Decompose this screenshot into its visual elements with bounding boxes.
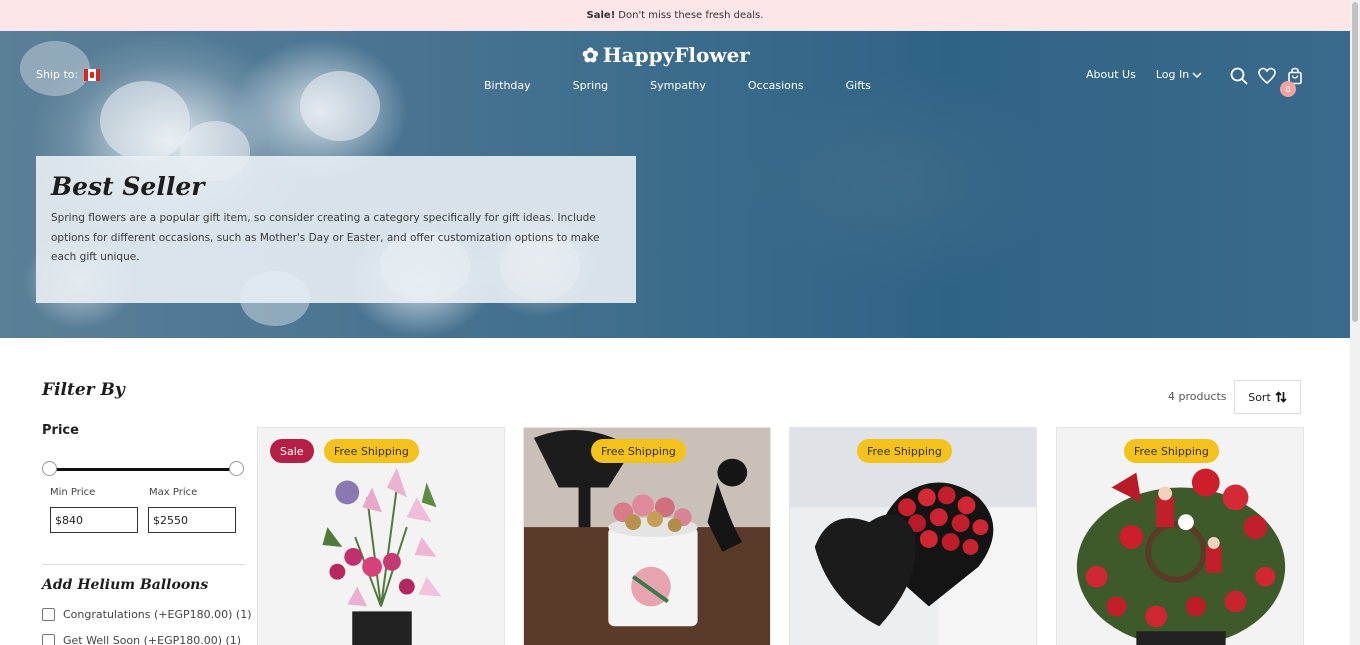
account-nav: About Us Log In [1086, 68, 1202, 81]
max-price-input[interactable] [148, 507, 236, 533]
helium-option[interactable]: Get Well Soon (+EGP180.00) (1) [42, 634, 241, 645]
checkbox[interactable] [42, 634, 55, 645]
sale-banner: Sale! Don't miss these fresh deals. [0, 0, 1350, 31]
about-us-link[interactable]: About Us [1086, 68, 1136, 81]
brand-logo[interactable]: ✿ HappyFlower [582, 43, 750, 67]
canada-flag-icon [84, 68, 101, 81]
sale-banner-text: Don't miss these fresh deals. [618, 10, 764, 21]
login-label: Log In [1155, 68, 1190, 81]
max-price-handle[interactable] [229, 461, 244, 476]
nav-occasions[interactable]: Occasions [748, 79, 804, 92]
sale-badge: Sale [270, 439, 314, 463]
min-price-handle[interactable] [42, 461, 57, 476]
product-count: 4 products [1168, 390, 1227, 403]
sort-label: Sort [1248, 390, 1271, 404]
ship-to-label: Ship to: [36, 68, 79, 81]
helium-option[interactable]: Congratulations (+EGP180.00) (1) [42, 608, 251, 621]
nav-sympathy[interactable]: Sympathy [650, 79, 706, 92]
cart-count-badge: 0 [1280, 81, 1296, 97]
free-shipping-badge: Free Shipping [324, 439, 419, 463]
ship-to[interactable]: Ship to: [36, 68, 101, 81]
product-card[interactable]: Free Shipping [789, 427, 1037, 645]
price-range-slider[interactable] [42, 461, 244, 476]
helium-option-label: Congratulations (+EGP180.00) (1) [63, 608, 252, 621]
product-card[interactable]: Free Shipping [523, 427, 771, 645]
nav-gifts[interactable]: Gifts [846, 79, 871, 92]
heart-icon[interactable] [1258, 67, 1276, 85]
helium-option-label: Get Well Soon (+EGP180.00) (1) [63, 634, 242, 645]
brand-name: HappyFlower [602, 43, 750, 67]
flower-logo-icon: ✿ [582, 43, 599, 67]
hero-description: Spring flowers are a popular gift item, … [51, 212, 600, 263]
filter-divider [42, 564, 245, 565]
max-price-label: Max Price [149, 487, 198, 498]
hero-text-box: Best Seller Spring flowers are a popular… [36, 156, 636, 303]
helium-balloons-title: Add Helium Balloons [42, 577, 209, 593]
scrollbar[interactable] [1350, 0, 1360, 645]
product-card[interactable]: Free Shipping [1056, 427, 1304, 645]
nav-birthday[interactable]: Birthday [484, 79, 531, 92]
free-shipping-badge: Free Shipping [591, 439, 686, 463]
min-price-input[interactable] [50, 507, 138, 533]
nav-spring[interactable]: Spring [573, 79, 609, 92]
free-shipping-badge: Free Shipping [857, 439, 952, 463]
product-card[interactable]: Sale Free Shipping [257, 427, 505, 645]
filter-title: Filter By [42, 380, 125, 400]
page-title: Best Seller [51, 172, 205, 201]
sale-banner-bold: Sale! [586, 10, 616, 21]
page: Sale! Don't miss these fresh deals. Ship… [0, 0, 1360, 645]
chevron-down-icon [1192, 71, 1202, 78]
sort-button[interactable]: Sort [1234, 380, 1301, 414]
free-shipping-badge: Free Shipping [1124, 439, 1219, 463]
search-icon[interactable] [1230, 67, 1248, 85]
hero-banner: Ship to: ✿ HappyFlower Birthday Spring S… [0, 31, 1350, 338]
login-menu[interactable]: Log In [1156, 68, 1202, 81]
scrollbar-thumb[interactable] [1352, 2, 1358, 322]
price-filter-title: Price [42, 423, 79, 438]
checkbox[interactable] [42, 608, 55, 621]
main-nav: Birthday Spring Sympathy Occasions Gifts [484, 79, 871, 92]
min-price-label: Min Price [50, 487, 96, 498]
sort-arrows-icon [1275, 391, 1287, 403]
